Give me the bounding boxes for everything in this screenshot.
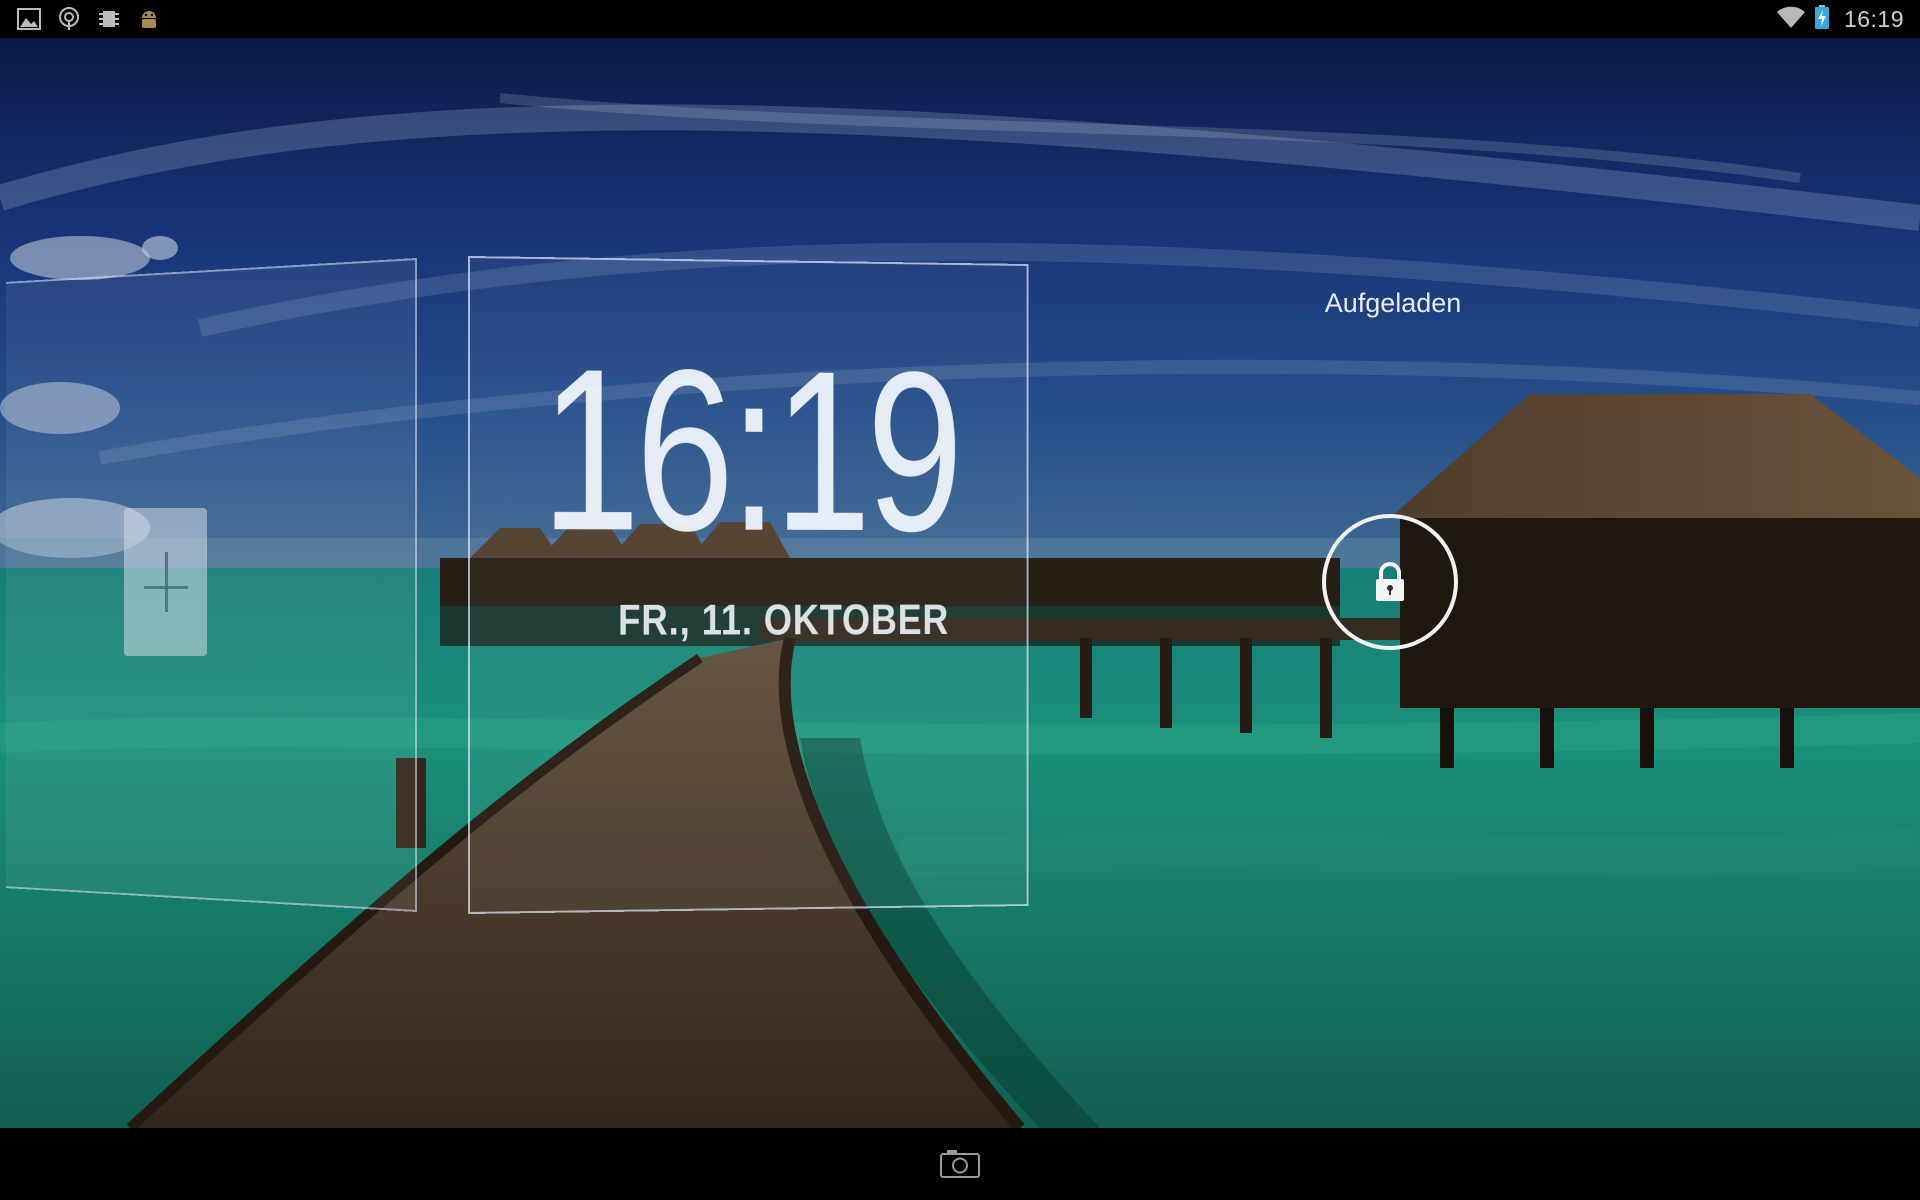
gallery-icon (16, 6, 42, 32)
system-tray: 16:19 (1776, 4, 1920, 34)
navigation-bar (0, 1128, 1920, 1200)
status-bar: 16:19 (0, 0, 1920, 38)
plus-icon (143, 552, 188, 612)
lock-screen: 16:19 16:19 FR., 11. OKTOBER Aufgeladen (0, 0, 1920, 1200)
add-widget-page[interactable] (6, 258, 418, 912)
clock-widget[interactable]: 16:19 FR., 11. OKTOBER (468, 256, 1029, 914)
android-icon (136, 6, 162, 32)
lockscreen-time: 16:19 (540, 320, 959, 580)
tree-icon (56, 6, 82, 32)
status-bar-clock: 16:19 (1843, 5, 1904, 32)
camera-icon (940, 1150, 980, 1178)
lock-icon (1376, 562, 1404, 601)
camera-button[interactable] (930, 1139, 990, 1189)
chip-icon (96, 6, 122, 32)
add-widget-button[interactable] (124, 508, 207, 656)
wifi-icon (1776, 4, 1806, 34)
battery-charging-icon (1814, 4, 1830, 34)
lockscreen-date: FR., 11. OKTOBER (618, 595, 950, 645)
notification-area (0, 6, 162, 32)
charging-status: Aufgeladen (1324, 288, 1462, 318)
unlock-handle[interactable] (1322, 514, 1458, 650)
